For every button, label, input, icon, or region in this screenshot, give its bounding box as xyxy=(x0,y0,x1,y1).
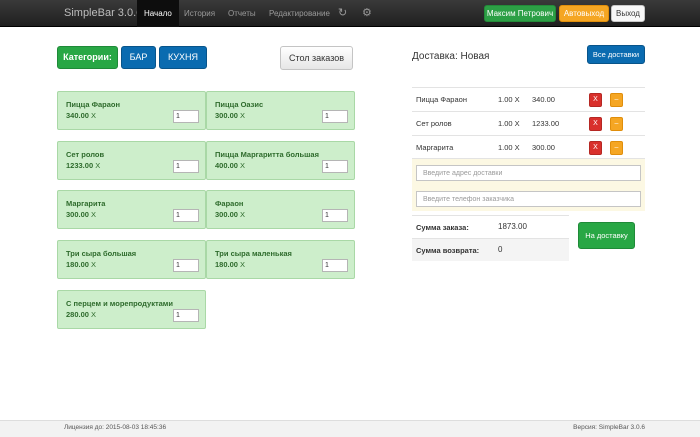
nav-item-home[interactable]: Начало xyxy=(137,0,179,27)
product-card[interactable]: Пицца Фараон 340.00 Х xyxy=(57,91,206,130)
gear-icon[interactable]: ⚙ xyxy=(362,0,372,27)
product-name: Сет ролов xyxy=(66,150,105,159)
order-sum-row: Сумма заказа: 1873.00 xyxy=(412,215,569,238)
product-name: Пицца Фараон xyxy=(66,100,121,109)
quantity-input[interactable] xyxy=(322,110,348,123)
footer: Лицензия до: 2015-08-03 18:45:36 Версия:… xyxy=(0,420,700,437)
quantity-input[interactable] xyxy=(322,259,348,272)
product-card[interactable]: Сет ролов 1233.00 Х xyxy=(57,141,206,180)
product-name: Пицца Маргаритта большая xyxy=(215,150,319,159)
product-name: Три сыра маленькая xyxy=(215,249,292,258)
product-price: 300.00 Х xyxy=(215,210,246,219)
delete-item-button[interactable]: Х xyxy=(589,117,602,131)
delivery-contact-block xyxy=(412,158,645,211)
return-sum-row: Сумма возврата: 0 xyxy=(412,238,569,261)
all-deliveries-button[interactable]: Все доставки xyxy=(587,45,645,64)
order-item-row: Маргарита 1.00 Х 300.00 Х – xyxy=(412,135,645,159)
order-item-qty: 1.00 Х xyxy=(498,95,520,104)
delete-item-button[interactable]: Х xyxy=(589,141,602,155)
nav-item-history[interactable]: История xyxy=(177,0,222,27)
order-item-price: 340.00 xyxy=(532,95,555,104)
product-price: 340.00 Х xyxy=(66,111,97,120)
order-item-qty: 1.00 Х xyxy=(498,143,520,152)
license-info: Лицензия до: 2015-08-03 18:45:36 xyxy=(64,424,167,431)
app-brand[interactable]: SimpleBar 3.0.6 xyxy=(64,0,142,27)
customer-phone-input[interactable] xyxy=(416,191,641,207)
delete-item-button[interactable]: Х xyxy=(589,93,602,107)
quantity-input[interactable] xyxy=(173,209,199,222)
refresh-icon[interactable]: ↻ xyxy=(338,0,347,27)
product-name: С перцем и морепродуктами xyxy=(66,299,173,308)
delivery-address-input[interactable] xyxy=(416,165,641,181)
product-name: Три сыра большая xyxy=(66,249,137,258)
decrease-item-button[interactable]: – xyxy=(610,141,623,155)
product-card[interactable]: Пицца Маргаритта большая 400.00 Х xyxy=(206,141,355,180)
order-item-price: 300.00 xyxy=(532,143,555,152)
user-button[interactable]: Максим Петрович xyxy=(484,5,556,22)
order-item-row: Пицца Фараон 1.00 Х 340.00 Х – xyxy=(412,87,645,111)
quantity-input[interactable] xyxy=(173,309,199,322)
orders-table-button[interactable]: Стол заказов xyxy=(280,46,353,70)
product-price: 280.00 Х xyxy=(66,310,97,319)
decrease-item-button[interactable]: – xyxy=(610,117,623,131)
order-item-price: 1233.00 xyxy=(532,119,560,128)
quantity-input[interactable] xyxy=(173,110,199,123)
product-price: 300.00 Х xyxy=(66,210,97,219)
send-to-delivery-button[interactable]: На доставку xyxy=(578,222,635,249)
product-price: 180.00 Х xyxy=(215,260,246,269)
product-name: Маргарита xyxy=(66,199,106,208)
return-sum-label: Сумма возврата: xyxy=(416,246,480,255)
quantity-input[interactable] xyxy=(322,160,348,173)
category-kitchen-button[interactable]: КУХНЯ xyxy=(159,46,207,69)
product-price: 1233.00 Х xyxy=(66,161,101,170)
order-item-name: Пицца Фараон xyxy=(416,95,467,104)
categories-label: Категории: xyxy=(57,46,118,69)
nav-item-reports[interactable]: Отчеты xyxy=(221,0,263,27)
order-item-row: Сет ролов 1.00 Х 1233.00 Х – xyxy=(412,111,645,135)
order-sum-value: 1873.00 xyxy=(498,222,527,231)
delivery-title: Доставка: Новая xyxy=(412,51,490,62)
product-card[interactable]: Три сыра маленькая 180.00 Х xyxy=(206,240,355,279)
product-card[interactable]: С перцем и морепродуктами 280.00 Х xyxy=(57,290,206,329)
quantity-input[interactable] xyxy=(322,209,348,222)
order-item-name: Сет ролов xyxy=(416,119,452,128)
product-card[interactable]: Три сыра большая 180.00 Х xyxy=(57,240,206,279)
product-name: Фараон xyxy=(215,199,244,208)
quantity-input[interactable] xyxy=(173,259,199,272)
quantity-input[interactable] xyxy=(173,160,199,173)
version-info: Версия: SimpleBar 3.0.6 xyxy=(573,424,645,431)
product-price: 300.00 Х xyxy=(215,111,246,120)
order-item-qty: 1.00 Х xyxy=(498,119,520,128)
nav-item-editing[interactable]: Редактирование xyxy=(262,0,337,27)
order-sum-label: Сумма заказа: xyxy=(416,223,469,232)
product-card[interactable]: Фараон 300.00 Х xyxy=(206,190,355,229)
product-card[interactable]: Маргарита 300.00 Х xyxy=(57,190,206,229)
product-name: Пицца Оазис xyxy=(215,100,264,109)
top-navbar: SimpleBar 3.0.6 Начало История Отчеты Ре… xyxy=(0,0,700,27)
product-price: 400.00 Х xyxy=(215,161,246,170)
product-card[interactable]: Пицца Оазис 300.00 Х xyxy=(206,91,355,130)
decrease-item-button[interactable]: – xyxy=(610,93,623,107)
exit-button[interactable]: Выход xyxy=(611,5,645,22)
product-price: 180.00 Х xyxy=(66,260,97,269)
category-bar-button[interactable]: БАР xyxy=(121,46,156,69)
auto-exit-button[interactable]: Автовыход xyxy=(559,5,609,22)
return-sum-value: 0 xyxy=(498,245,503,254)
order-item-name: Маргарита xyxy=(416,143,454,152)
